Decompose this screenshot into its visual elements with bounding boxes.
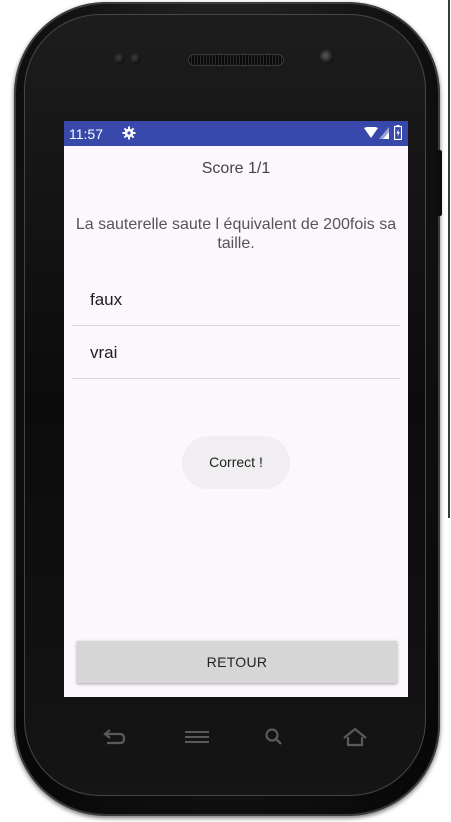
home-icon[interactable] [342,726,368,748]
answer-option-label: vrai [90,343,118,362]
search-icon[interactable] [262,726,288,748]
sensor-icon [114,53,125,64]
question-text: La sauterelle saute l équivalent de 200f… [75,216,397,252]
power-button[interactable] [436,150,442,216]
feedback-toast: Correct ! [182,436,290,489]
score-label: Score 1/1 [201,160,271,177]
signal-icon [379,127,389,139]
answer-option[interactable]: faux [72,273,400,326]
answer-option-label: faux [90,290,123,309]
answer-option[interactable]: vrai [72,326,400,379]
sensor-dots [112,50,148,68]
status-bar: 11:57 [64,121,408,146]
battery-icon [394,125,402,140]
front-camera-icon [320,50,334,64]
gear-icon [122,126,136,140]
wifi-icon [364,127,378,138]
back-icon[interactable] [102,726,128,748]
back-button[interactable]: RETOUR [77,641,397,683]
sensor-icon [130,53,141,64]
app-screen: 11:57 Score 1/1 La sauterelle saute l éq… [64,121,408,697]
status-time: 11:57 [69,126,103,142]
menu-icon[interactable] [184,726,210,748]
right-edge-line [448,0,450,518]
earpiece-speaker [188,54,284,66]
